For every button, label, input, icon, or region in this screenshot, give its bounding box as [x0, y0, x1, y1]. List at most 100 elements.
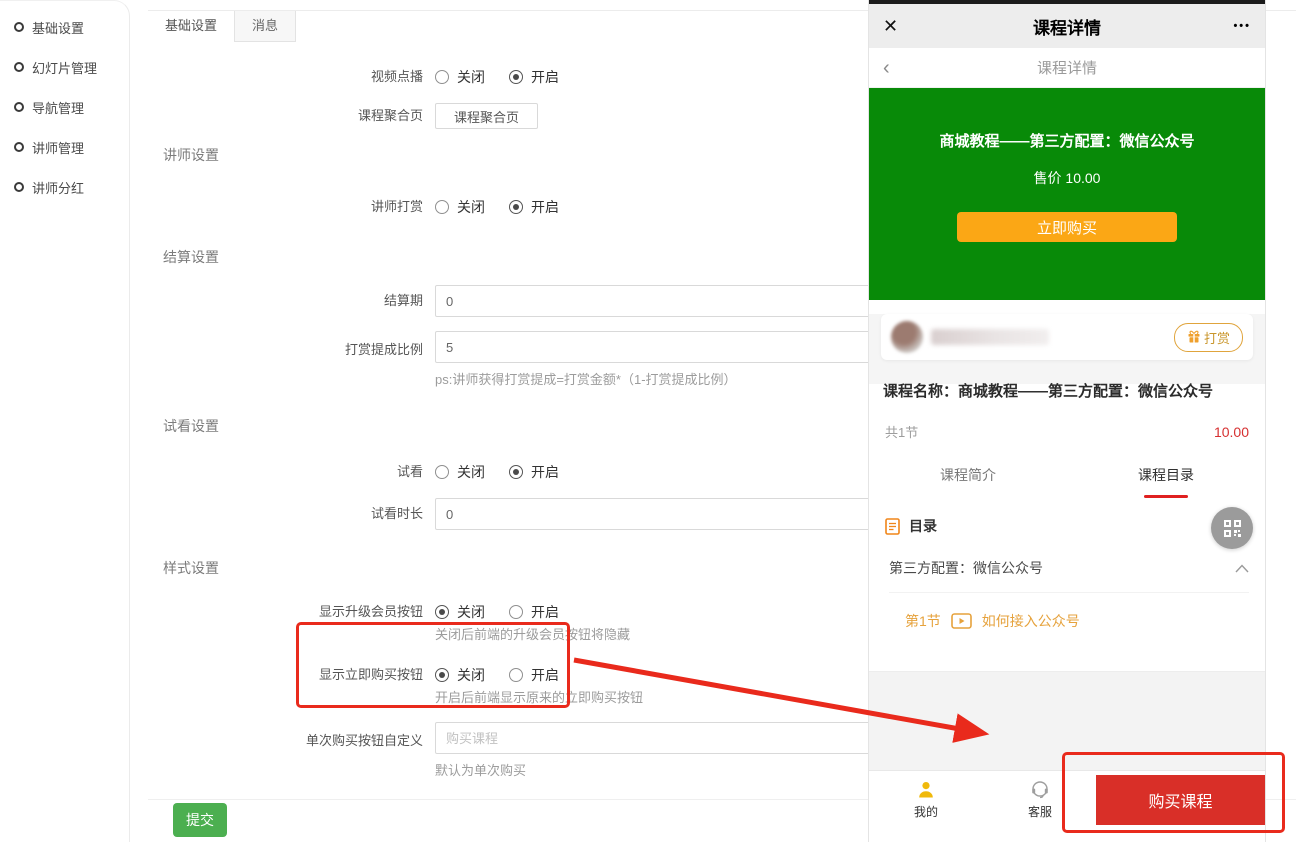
circle-bullet-icon [14, 142, 24, 152]
tab-messages[interactable]: 消息 [234, 11, 296, 42]
lesson-row[interactable]: 第1节 如何接入公众号 [905, 611, 1265, 631]
field-label: 视频点播 [148, 67, 435, 87]
phone-preview: ✕ 课程详情 ••• ‹ 课程详情 商城教程——第三方配置：微信公众号 售价 1… [868, 0, 1266, 842]
course-name: 课程名称：商城教程——第三方配置：微信公众号 [883, 380, 1251, 401]
banner-price: 售价 10.00 [869, 168, 1265, 188]
banner-course-title: 商城教程——第三方配置：微信公众号 [869, 130, 1265, 151]
buy-now-button[interactable]: 立即购买 [957, 212, 1177, 242]
radio-off-label[interactable]: 关闭 [457, 197, 485, 217]
tabbar-item-mine[interactable]: 我的 [869, 771, 983, 842]
page-title: 课程详情 [943, 14, 1191, 39]
radio-off[interactable] [435, 605, 449, 619]
radio-off[interactable] [435, 465, 449, 479]
author-card: 打赏 [881, 314, 1253, 360]
bottom-tab-bar: 我的 客服 购买课程 [869, 770, 1265, 842]
headset-icon [1030, 780, 1050, 800]
radio-on-label[interactable]: 开启 [531, 602, 559, 622]
close-icon[interactable]: ✕ [883, 16, 943, 37]
radio-on[interactable] [509, 200, 523, 214]
circle-bullet-icon [14, 102, 24, 112]
radio-off[interactable] [435, 668, 449, 682]
sidebar-item-basic-settings[interactable]: 基础设置 [0, 7, 129, 47]
course-tabs: 课程简介 课程目录 [869, 465, 1265, 498]
radio-on[interactable] [509, 465, 523, 479]
radio-off-label[interactable]: 关闭 [457, 67, 485, 87]
tabbar-item-label: 我的 [914, 803, 938, 820]
course-banner: 商城教程——第三方配置：微信公众号 售价 10.00 立即购买 [869, 88, 1265, 300]
sidebar-item-lecturer-dividend[interactable]: 讲师分红 [0, 167, 129, 207]
gift-icon [1187, 330, 1201, 344]
circle-bullet-icon [14, 62, 24, 72]
radio-on-label[interactable]: 开启 [531, 197, 559, 217]
page: 基础设置 幻灯片管理 导航管理 讲师管理 讲师分红 基础设置 消息 视频点播 [0, 0, 1296, 842]
radio-off-label[interactable]: 关闭 [457, 462, 485, 482]
field-label: 试看时长 [148, 504, 435, 524]
video-play-icon [951, 613, 972, 629]
sidebar-item-label: 讲师管理 [32, 138, 84, 157]
catalog-header: 目录 [909, 516, 937, 536]
sub-navbar: ‹ 课程详情 [869, 48, 1265, 88]
sidebar-item-lecturer-management[interactable]: 讲师管理 [0, 127, 129, 167]
course-detail-section: 打赏 课程名称：商城教程——第三方配置：微信公众号 共1节 10.00 课程简介… [869, 314, 1265, 842]
tab-basic-settings[interactable]: 基础设置 [148, 11, 234, 42]
more-icon[interactable]: ••• [1191, 20, 1251, 32]
document-icon [885, 518, 900, 535]
lesson-number: 第1节 [905, 611, 941, 631]
chapter-title: 第三方配置：微信公众号 [889, 558, 1235, 578]
sidebar-item-slideshow-management[interactable]: 幻灯片管理 [0, 47, 129, 87]
wechat-navbar: ✕ 课程详情 ••• [869, 4, 1265, 48]
avatar [891, 321, 923, 353]
radio-off[interactable] [435, 70, 449, 84]
field-label: 单次购买按钮自定义 [148, 731, 435, 751]
field-label: 课程聚合页 [148, 106, 435, 126]
tab-course-intro[interactable]: 课程简介 [869, 465, 1067, 498]
qr-code-button[interactable] [1211, 507, 1253, 549]
sidebar-item-label: 讲师分红 [32, 178, 84, 197]
lesson-title: 如何接入公众号 [982, 611, 1080, 631]
radio-off-label[interactable]: 关闭 [457, 665, 485, 685]
field-label: 结算期 [148, 291, 435, 311]
tabbar-item-label: 客服 [1028, 803, 1052, 820]
blurred-username [931, 329, 1049, 345]
circle-bullet-icon [14, 182, 24, 192]
active-tab-underline [1144, 495, 1188, 498]
catalog-header-row: 目录 [885, 516, 1265, 536]
radio-on-label[interactable]: 开启 [531, 462, 559, 482]
radio-on-label[interactable]: 开启 [531, 67, 559, 87]
course-price: 10.00 [1214, 424, 1249, 440]
circle-bullet-icon [14, 22, 24, 32]
radio-on[interactable] [509, 70, 523, 84]
chevron-up-icon [1235, 564, 1249, 573]
qr-code-icon [1223, 519, 1242, 538]
buy-course-button[interactable]: 购买课程 [1096, 775, 1265, 825]
tabbar-item-service[interactable]: 客服 [983, 771, 1097, 842]
content-gap [869, 671, 1265, 784]
chapter-row[interactable]: 第三方配置：微信公众号 [889, 558, 1249, 593]
field-label: 打赏提成比例 [148, 340, 435, 360]
tab-course-catalog-label: 课程目录 [1138, 467, 1194, 483]
lesson-count: 共1节 [885, 422, 918, 441]
course-meta-row: 共1节 10.00 [885, 422, 1249, 441]
sidebar-item-label: 导航管理 [32, 98, 84, 117]
radio-on-label[interactable]: 开启 [531, 665, 559, 685]
back-chevron-icon[interactable]: ‹ [883, 59, 943, 77]
submit-button[interactable]: 提交 [173, 803, 227, 837]
sidebar-item-navigation-management[interactable]: 导航管理 [0, 87, 129, 127]
radio-off[interactable] [435, 200, 449, 214]
reward-button[interactable]: 打赏 [1174, 323, 1243, 352]
sub-page-title: 课程详情 [943, 57, 1191, 78]
field-label: 试看 [148, 462, 435, 482]
radio-on[interactable] [509, 605, 523, 619]
field-label: 显示立即购买按钮 [148, 665, 435, 685]
radio-on[interactable] [509, 668, 523, 682]
field-label: 讲师打赏 [148, 197, 435, 217]
tab-course-catalog[interactable]: 课程目录 [1067, 465, 1265, 498]
radio-off-label[interactable]: 关闭 [457, 602, 485, 622]
sidebar-item-label: 基础设置 [32, 18, 84, 37]
field-label: 显示升级会员按钮 [148, 602, 435, 622]
reward-button-label: 打赏 [1204, 328, 1230, 347]
aggregate-page-button[interactable]: 课程聚合页 [435, 103, 538, 129]
person-icon [916, 780, 936, 800]
sidebar-item-label: 幻灯片管理 [32, 58, 97, 77]
sidebar: 基础设置 幻灯片管理 导航管理 讲师管理 讲师分红 [0, 0, 130, 842]
